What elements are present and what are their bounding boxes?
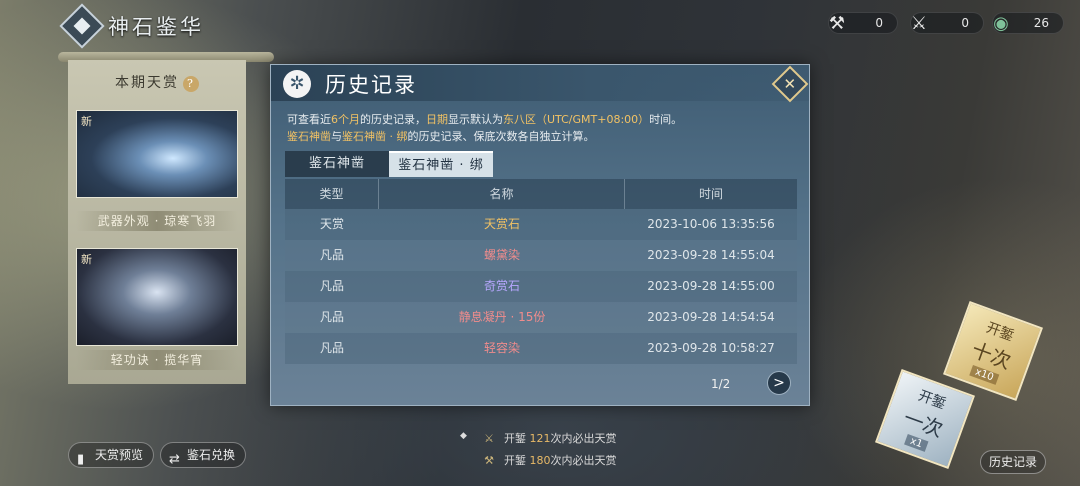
draw-one-button[interactable]: 开錾 一次 x1: [875, 369, 975, 469]
exchange-icon: ⇄: [169, 452, 180, 467]
close-icon: ✕: [783, 74, 797, 93]
tab-chisel-bound[interactable]: 鉴石神凿 · 绑: [389, 151, 493, 177]
dialog-title: 历史记录: [325, 73, 417, 97]
jade-icon: ◉: [993, 12, 1009, 34]
row-type: 凡品: [319, 341, 344, 355]
featured-weapon-caption: 武器外观 · 琼寒飞羽: [76, 211, 238, 231]
mouthpiece-icon: ⚔: [484, 432, 494, 445]
column-type: 类型: [285, 179, 379, 209]
table-row: 天赏 天赏石 2023-10-06 13:35:56: [285, 209, 797, 240]
featured-weapon-card[interactable]: 新: [76, 110, 238, 198]
description-line-1: 可查看近6个月的历史记录，日期显示默认为东八区（UTC/GMT+08:00）时间…: [287, 113, 683, 126]
featured-banner: 本期天赏? 新 武器外观 · 琼寒飞羽 新 轻功诀 · 揽华宵: [68, 60, 246, 384]
page-title: 神石鉴华: [108, 15, 204, 39]
exchange-button[interactable]: ⇄ 鉴石兑换: [160, 442, 247, 468]
history-button[interactable]: 历史记录: [980, 450, 1047, 474]
featured-skill-card[interactable]: 新: [76, 248, 238, 346]
history-table: 类型 名称 时间 天赏 天赏石 2023-10-06 13:35:56 凡品 螺黛染 20…: [285, 179, 797, 364]
column-name: 名称: [379, 179, 625, 209]
chisel-icon: ⚒: [828, 12, 846, 34]
row-time: 2023-09-28 14:55:04: [647, 248, 775, 262]
currency-jade-value: 26: [1033, 16, 1049, 30]
mouthpiece-icon: ⚔: [910, 12, 928, 34]
column-time: 时间: [698, 187, 723, 201]
pity-line-2: ⚒ 开錾 180次内必出天赏: [478, 452, 616, 468]
page-header: 神石鉴华: [59, 3, 204, 49]
row-time: 2023-09-28 10:58:27: [647, 341, 775, 355]
close-button[interactable]: ✕: [771, 65, 809, 103]
row-name: 天赏石: [483, 217, 520, 231]
tab-chisel[interactable]: 鉴石神凿: [285, 151, 389, 177]
next-page-button[interactable]: >: [767, 371, 791, 395]
currency-mouthpiece-value: 0: [961, 16, 969, 30]
help-icon[interactable]: ?: [183, 76, 199, 92]
diamond-logo-icon: [59, 3, 105, 49]
banner-title: 本期天赏?: [76, 72, 238, 92]
row-name: 轻容染: [483, 341, 520, 355]
book-icon: ▮: [77, 452, 85, 467]
currency-stone-value: 0: [875, 16, 883, 30]
currency-stone[interactable]: ⚒ 0: [828, 12, 898, 34]
row-time: 2023-10-06 13:35:56: [647, 217, 775, 231]
row-type: 凡品: [319, 279, 344, 293]
table-row: 凡品 奇赏石 2023-09-28 14:55:00: [285, 271, 797, 302]
row-name: 奇赏石: [483, 279, 520, 293]
chisel-icon: ⚒: [484, 454, 494, 467]
table-row: 凡品 螺黛染 2023-09-28 14:55:04: [285, 240, 797, 271]
featured-skill-caption: 轻功诀 · 揽华宵: [76, 350, 238, 370]
bullet-icon: ◆: [460, 431, 467, 441]
row-time: 2023-09-28 14:54:54: [647, 310, 775, 324]
currency-jade[interactable]: ◉ 26: [992, 12, 1064, 34]
row-name: 静息凝丹 · 15份: [458, 310, 546, 324]
description-line-2: 鉴石神凿与鉴石神凿 · 绑的历史记录、保底次数各自独立计算。: [287, 130, 595, 143]
record-tabs: 鉴石神凿 鉴石神凿 · 绑: [285, 151, 493, 177]
page-indicator: 1/2: [711, 377, 731, 391]
new-badge: 新: [81, 253, 92, 266]
new-badge: 新: [81, 115, 92, 128]
preview-button[interactable]: ▮ 天赏预览: [68, 442, 155, 468]
dialog-header: ✲ 历史记录 ✕: [271, 65, 809, 103]
row-time: 2023-09-28 14:55:00: [647, 279, 775, 293]
draw-ten-button[interactable]: 开錾 十次 x10: [943, 301, 1043, 401]
pinwheel-icon: ✲: [283, 70, 311, 98]
pity-line-1: ⚔ 开錾 121次内必出天赏: [478, 430, 616, 446]
row-type: 凡品: [319, 310, 344, 324]
table-row: 凡品 轻容染 2023-09-28 10:58:27: [285, 333, 797, 364]
row-type: 天赏: [319, 217, 344, 231]
table-body: 天赏 天赏石 2023-10-06 13:35:56 凡品 螺黛染 2023-09-28 …: [285, 209, 797, 364]
currency-mouthpiece[interactable]: ⚔ 0: [910, 12, 984, 34]
arrow-right-icon: >: [773, 375, 785, 391]
row-type: 凡品: [319, 248, 344, 262]
table-header: 类型 名称 时间: [285, 179, 797, 209]
history-dialog: ✲ 历史记录 ✕ 可查看近6个月的历史记录，日期显示默认为东八区（UTC/GMT…: [270, 64, 810, 406]
row-name: 螺黛染: [483, 248, 520, 262]
table-row: 凡品 静息凝丹 · 15份 2023-09-28 14:54:54: [285, 302, 797, 333]
